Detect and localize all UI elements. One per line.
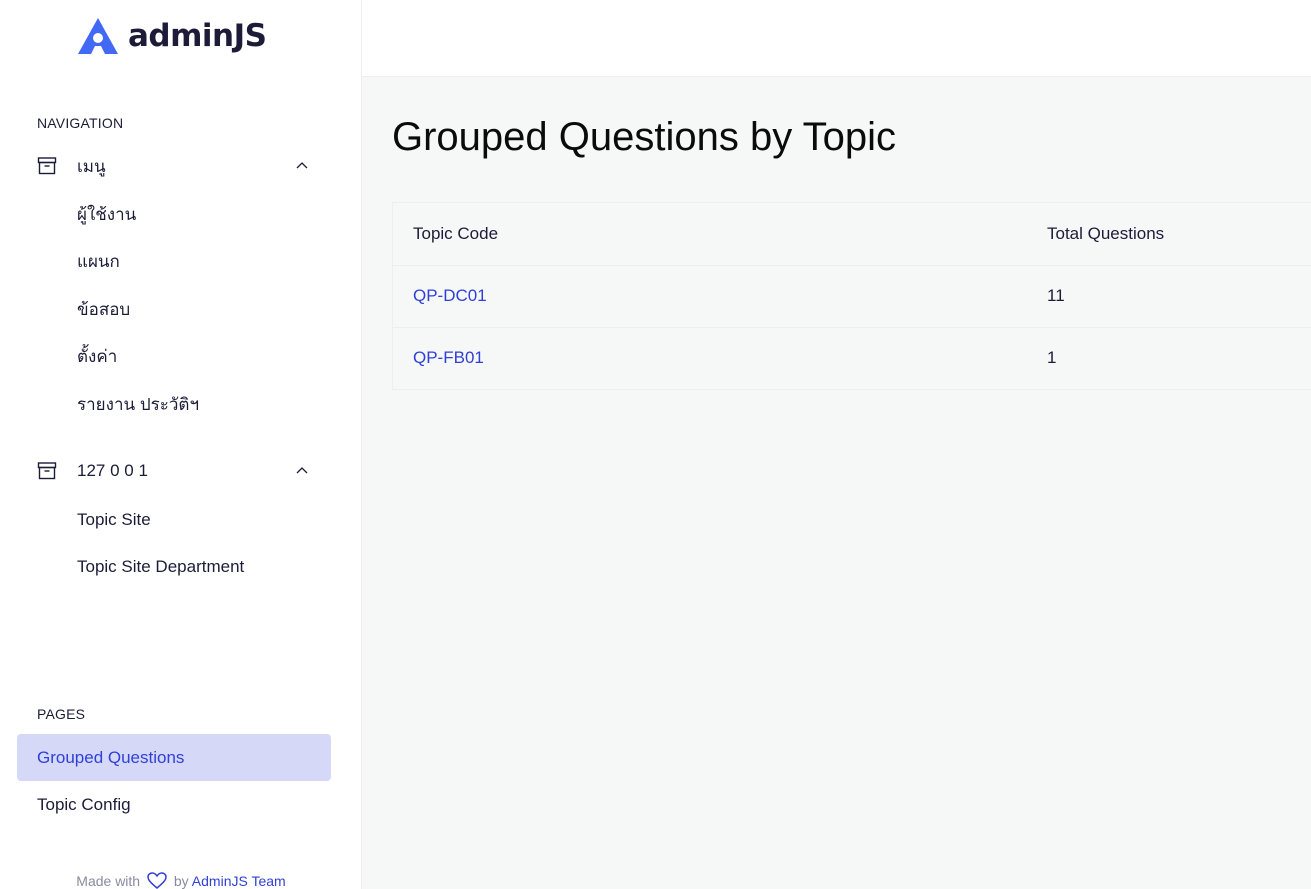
sidebar-footer: Made with by AdminJS Team [0, 872, 361, 889]
sidebar-item-department[interactable]: แผนก [77, 251, 120, 273]
brand-name: adminJS [128, 18, 267, 54]
adminjs-logo-icon [78, 18, 118, 54]
page-item-grouped-questions[interactable]: Grouped Questions [17, 734, 331, 781]
topic-code-link[interactable]: QP-DC01 [413, 286, 487, 305]
chevron-up-icon[interactable] [295, 158, 309, 172]
page-title: Grouped Questions by Topic [392, 115, 897, 159]
column-header-total-questions: Total Questions [1047, 223, 1165, 243]
nav-group-title: เมนู [77, 156, 106, 176]
table-header-row: Topic Code Total Questions [393, 203, 1311, 265]
archive-box-icon [37, 462, 57, 480]
topic-code-link[interactable]: QP-FB01 [413, 348, 484, 367]
chevron-up-icon[interactable] [295, 463, 309, 477]
total-questions-cell: 1 [1047, 326, 1311, 389]
sidebar-item-settings[interactable]: ตั้งค่า [77, 346, 117, 368]
pages-label: PAGES [37, 706, 86, 722]
nav-group-localhost[interactable]: 127 0 0 1 [37, 456, 317, 486]
page-item-topic-config[interactable]: Topic Config [17, 781, 331, 828]
table-row: QP-FB01 1 [393, 326, 1311, 389]
footer-team-link[interactable]: AdminJS Team [192, 873, 286, 889]
heart-icon [147, 872, 167, 889]
nav-group-menu[interactable]: เมนู [37, 151, 317, 181]
sidebar: adminJS NAVIGATION เมนู ผู้ใช้งาน แผนก ข… [0, 0, 362, 889]
navigation-label: NAVIGATION [37, 115, 124, 131]
sidebar-item-users[interactable]: ผู้ใช้งาน [77, 204, 136, 226]
brand-logo[interactable]: adminJS [78, 16, 267, 56]
table-row: QP-DC01 11 [393, 264, 1311, 327]
footer-by: by [173, 873, 189, 889]
topic-code-cell: QP-FB01 [393, 326, 1047, 389]
archive-box-icon [37, 157, 57, 175]
column-header-topic-code: Topic Code [413, 223, 499, 243]
sidebar-item-history-report[interactable]: รายงาน ประวัติฯ [77, 394, 199, 416]
sidebar-item-exam[interactable]: ข้อสอบ [77, 299, 130, 321]
sidebar-item-topic-site[interactable]: Topic Site [77, 509, 151, 531]
total-questions-cell: 11 [1047, 264, 1311, 327]
topic-code-cell: QP-DC01 [393, 264, 1047, 327]
nav-group-title: 127 0 0 1 [77, 461, 148, 480]
main-content: Grouped Questions by Topic Topic Code To… [362, 77, 1311, 889]
top-bar [362, 0, 1311, 77]
app-root: adminJS NAVIGATION เมนู ผู้ใช้งาน แผนก ข… [0, 0, 1311, 889]
grouped-questions-table: Topic Code Total Questions QP-DC01 11 QP… [392, 202, 1311, 390]
sidebar-item-topic-site-department[interactable]: Topic Site Department [77, 556, 244, 578]
footer-made-with: Made with [76, 873, 141, 889]
